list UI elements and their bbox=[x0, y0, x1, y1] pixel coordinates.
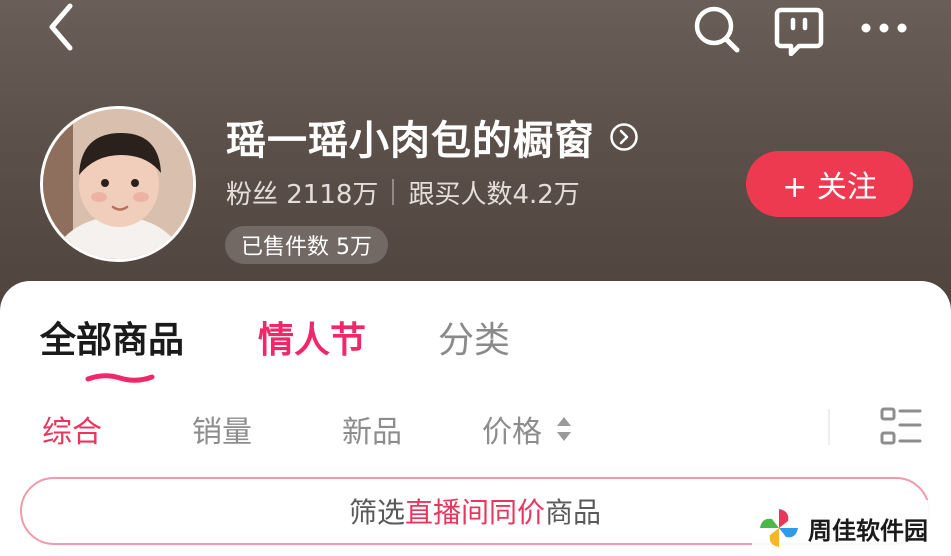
circle-chevron-right-icon bbox=[610, 123, 638, 151]
buyers-count: 跟买人数4.2万 bbox=[408, 179, 580, 210]
shop-stats: 粉丝 2118万 跟买人数4.2万 bbox=[226, 172, 580, 212]
filter-highlight: 直播间同价 bbox=[404, 496, 545, 529]
sold-count-badge: 已售件数 5万 bbox=[225, 226, 388, 264]
sort-price[interactable]: 价格 bbox=[482, 407, 572, 451]
fans-count: 粉丝 2118万 bbox=[226, 179, 379, 210]
chevron-left-icon bbox=[49, 3, 73, 51]
list-view-toggle[interactable] bbox=[880, 407, 922, 447]
shop-title-row[interactable]: 瑶一瑶小肉包的橱窗 bbox=[226, 112, 639, 164]
tab-valentine[interactable]: 情人节 bbox=[258, 311, 366, 363]
message-button[interactable] bbox=[770, 2, 828, 58]
sort-new[interactable]: 新品 bbox=[342, 407, 402, 451]
back-button[interactable] bbox=[36, 2, 86, 52]
shop-title: 瑶一瑶小肉包的橱窗 bbox=[226, 118, 595, 164]
filter-prefix: 筛选 bbox=[348, 496, 405, 529]
sort-bar-divider bbox=[828, 409, 830, 445]
sort-comprehensive[interactable]: 综合 bbox=[42, 407, 102, 451]
sort-sales[interactable]: 销量 bbox=[192, 407, 252, 451]
chat-bubble-icon bbox=[774, 7, 824, 56]
sort-bar: 综合 销量 新品 价格 bbox=[0, 407, 951, 453]
sort-price-label: 价格 bbox=[482, 415, 542, 450]
pinwheel-logo-icon bbox=[760, 509, 798, 547]
avatar[interactable] bbox=[40, 106, 196, 262]
follow-button[interactable]: + 关注 bbox=[746, 151, 913, 217]
watermark-text: 周佳软件园 bbox=[808, 516, 928, 545]
sort-up-down-icon bbox=[557, 417, 571, 441]
category-tabs: 全部商品 情人节 分类 bbox=[0, 311, 951, 383]
filter-suffix: 商品 bbox=[545, 496, 602, 529]
stats-divider bbox=[392, 179, 395, 205]
search-icon bbox=[694, 6, 740, 53]
site-watermark: 周佳软件园 bbox=[752, 500, 951, 556]
list-view-icon bbox=[880, 407, 922, 445]
active-tab-underline bbox=[85, 373, 155, 383]
follow-button-label: + 关注 bbox=[782, 170, 877, 205]
sold-count: 已售件数 5万 bbox=[241, 235, 372, 260]
tab-category[interactable]: 分类 bbox=[438, 311, 510, 363]
more-dots-icon bbox=[861, 23, 907, 33]
more-button[interactable] bbox=[856, 6, 912, 50]
avatar-image bbox=[43, 109, 193, 259]
search-button[interactable] bbox=[690, 2, 744, 56]
tab-all-products[interactable]: 全部商品 bbox=[40, 311, 184, 363]
